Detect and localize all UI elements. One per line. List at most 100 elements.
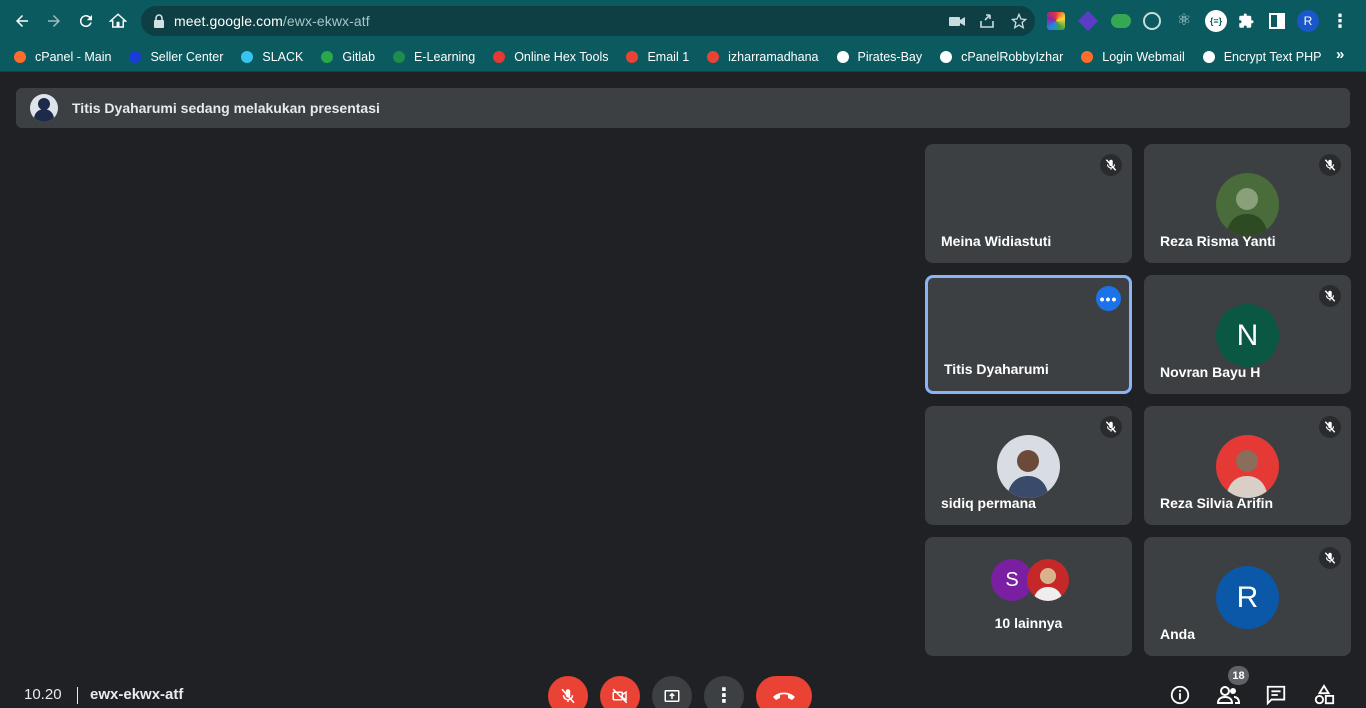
json-extension-icon[interactable]: {≡} <box>1205 10 1227 32</box>
participant-name: Anda <box>1160 626 1195 642</box>
mic-muted-icon <box>1319 285 1341 307</box>
meeting-controls-bar: 10.20 ewx-ekwx-atf ⋮ <box>0 672 1366 708</box>
lock-icon <box>154 14 164 28</box>
bookmark-label: Encrypt Text PHP <box>1223 49 1322 64</box>
reload-icon <box>79 15 92 28</box>
bookmark-label: Gitlab <box>342 49 376 64</box>
participant-name: Titis Dyaharumi <box>944 361 1049 377</box>
react-extension-icon[interactable]: ⚛ <box>1175 12 1193 30</box>
bookmark-label: SLACK <box>262 49 304 64</box>
star-icon[interactable] <box>1011 13 1027 29</box>
people-icon <box>1216 686 1240 704</box>
shapes-icon <box>1314 684 1335 705</box>
bookmark-item[interactable]: Login Webmail <box>1079 49 1185 65</box>
chevron-double-right-icon[interactable]: » <box>1336 46 1344 63</box>
bookmark-item[interactable]: Pirates-Bay <box>835 49 923 65</box>
globe-extension-icon[interactable] <box>1143 12 1161 30</box>
reload-button[interactable] <box>70 5 102 37</box>
hex-tools-icon <box>491 49 507 65</box>
bookmark-label: izharramadhana <box>728 49 819 64</box>
url-host: meet.google.com <box>174 13 283 29</box>
color-picker-extension-icon[interactable] <box>1047 12 1065 30</box>
url-text: meet.google.com/ewx-ekwx-atf <box>174 13 370 29</box>
bookmarks-bar: cPanel - Main Seller Center SLACK Gitlab E-L… <box>0 42 1366 72</box>
bookmark-label: cPanelRobbyIzhar <box>961 49 1064 64</box>
mic-muted-icon <box>1319 416 1341 438</box>
bookmark-label: Login Webmail <box>1102 49 1185 64</box>
pirate-icon <box>835 49 851 65</box>
participant-photo <box>1216 435 1279 498</box>
more-horizontal-icon[interactable]: ••• <box>1096 286 1121 311</box>
bookmark-label: cPanel - Main <box>35 49 112 64</box>
cpanel-icon <box>12 49 28 65</box>
puzzle-icon[interactable] <box>1237 12 1255 30</box>
browser-toolbar: meet.google.com/ewx-ekwx-atf ⚛ {≡} R ⋮ <box>0 0 1366 42</box>
globe-icon <box>1201 49 1217 65</box>
participants-button[interactable] <box>1215 682 1241 708</box>
mic-muted-icon <box>1319 547 1341 569</box>
present-now-button[interactable] <box>652 676 692 708</box>
gitlab-icon <box>319 49 335 65</box>
participant-tile[interactable]: S 10 lainnya <box>925 537 1132 656</box>
bookmark-item[interactable]: cPanelRobbyIzhar <box>938 49 1063 65</box>
address-bar[interactable]: meet.google.com/ewx-ekwx-atf <box>141 6 1035 36</box>
participant-tile[interactable]: ••• Titis Dyaharumi <box>925 275 1132 394</box>
sidebar-icon[interactable] <box>1269 13 1285 29</box>
mic-off-icon <box>561 688 575 704</box>
bookmark-item[interactable]: Email 1 <box>624 49 689 65</box>
presentation-banner: Titis Dyaharumi sedang melakukan present… <box>16 88 1350 128</box>
chat-icon <box>1266 685 1286 706</box>
mic-muted-icon <box>1100 416 1122 438</box>
bookmark-item[interactable]: Gitlab <box>319 49 375 65</box>
meeting-code: ewx-ekwx-atf <box>90 686 184 703</box>
toggle-extension-icon[interactable] <box>1111 14 1131 28</box>
cpanel-robby-icon <box>938 49 954 65</box>
slack-icon <box>239 49 255 65</box>
participant-tile[interactable]: N Novran Bayu H <box>1144 275 1351 394</box>
bookmark-item[interactable]: E-Learning <box>391 49 475 65</box>
camera-toggle-button[interactable] <box>600 676 640 708</box>
participant-name: 10 lainnya <box>994 615 1063 631</box>
share-icon[interactable] <box>979 13 997 29</box>
more-options-button[interactable]: ⋮ <box>704 676 744 708</box>
bookmark-label: E-Learning <box>414 49 476 64</box>
mic-muted-icon <box>1319 154 1341 176</box>
mic-toggle-button[interactable] <box>548 676 588 708</box>
participant-tile[interactable]: Reza Silvia Arifin <box>1144 406 1351 525</box>
participant-tile[interactable]: Meina Widiastuti <box>925 144 1132 263</box>
bookmark-item[interactable]: Online Hex Tools <box>491 49 608 65</box>
bookmark-item[interactable]: SLACK <box>239 49 303 65</box>
leave-call-button[interactable] <box>756 676 812 708</box>
home-icon <box>109 13 127 28</box>
bookmark-item[interactable]: izharramadhana <box>705 49 819 65</box>
gmail-icon <box>705 49 721 65</box>
back-button[interactable] <box>6 5 38 37</box>
participant-name: Reza Silvia Arifin <box>1160 495 1274 511</box>
participant-avatar: R <box>1216 566 1279 629</box>
kebab-menu-icon[interactable]: ⋮ <box>1331 12 1349 30</box>
arrow-right-icon <box>48 15 60 27</box>
divider <box>77 687 78 704</box>
participant-tile[interactable]: sidiq permana <box>925 406 1132 525</box>
info-icon <box>1170 685 1190 705</box>
camera-indicator-icon[interactable] <box>949 14 965 28</box>
participant-tile[interactable]: Reza Risma Yanti <box>1144 144 1351 263</box>
participant-tile[interactable]: R Anda <box>1144 537 1351 656</box>
bookmark-item[interactable]: cPanel - Main <box>12 49 111 65</box>
layers-extension-icon[interactable] <box>1077 10 1099 32</box>
bookmark-item[interactable]: Encrypt Text PHP <box>1201 49 1322 65</box>
bookmark-label: Email 1 <box>647 49 690 64</box>
kebab-vertical-icon: ⋮ <box>714 685 734 707</box>
bookmark-label: Pirates-Bay <box>857 49 923 64</box>
participant-photo <box>997 435 1060 498</box>
home-button[interactable] <box>102 5 134 37</box>
participant-count-badge: 18 <box>1228 666 1249 685</box>
profile-avatar[interactable]: R <box>1297 10 1319 32</box>
meeting-details-button[interactable] <box>1167 682 1193 708</box>
forward-button[interactable] <box>38 5 70 37</box>
camera-off-icon <box>612 688 628 704</box>
chat-button[interactable] <box>1263 682 1289 708</box>
activities-button[interactable] <box>1311 682 1337 708</box>
bookmark-item[interactable]: Seller Center <box>127 49 223 65</box>
participant-avatar: N <box>1216 304 1279 367</box>
